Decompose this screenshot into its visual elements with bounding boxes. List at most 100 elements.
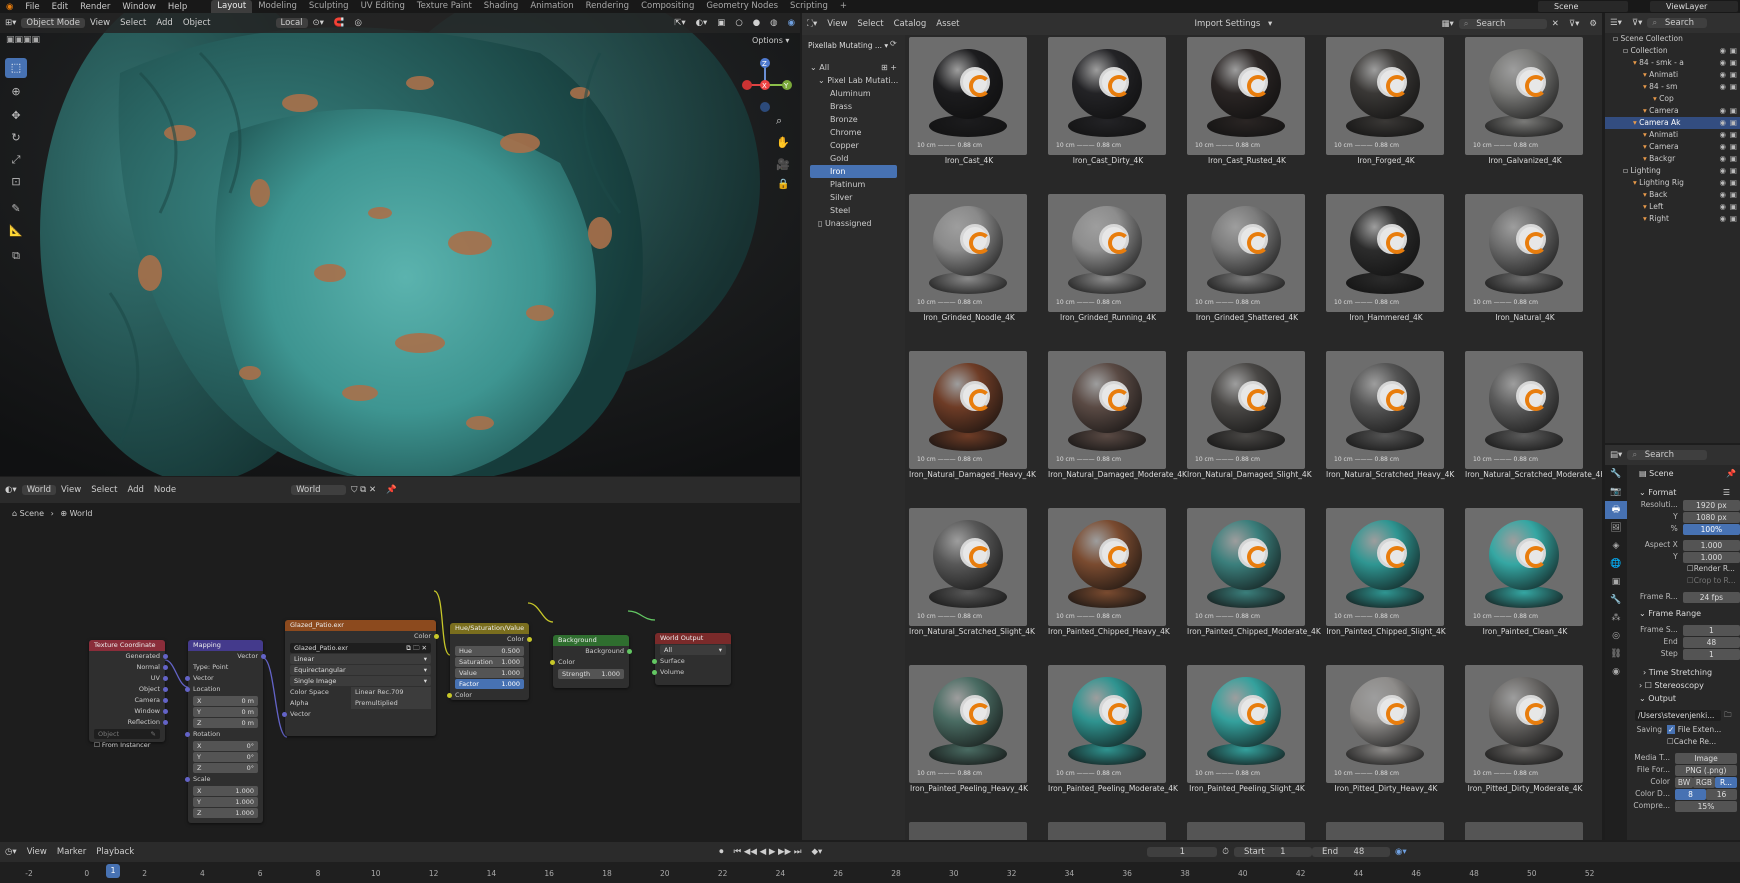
hsv-saturation-field[interactable]: Saturation 1.000	[455, 657, 524, 667]
overlay-toggle-icon[interactable]: ◐▾	[691, 18, 713, 28]
aspect-y-field[interactable]: 1.000	[1682, 551, 1740, 563]
asset-tile[interactable]: 10 cm ——— 0.88 cm Iron_Grinded_Shattered_…	[1187, 194, 1307, 324]
asset-search-clear-icon[interactable]: ✕	[1547, 19, 1564, 29]
outliner-item[interactable]: ▾ Camera ◉ ▣	[1605, 105, 1740, 117]
output-panel-header[interactable]: ⌄ Output	[1627, 692, 1740, 705]
editor-type-icon[interactable]: ⊞▾	[0, 18, 21, 28]
catalog-all[interactable]: ⌄ All ⊞ +	[802, 61, 905, 74]
workspace-tab-rendering[interactable]: Rendering	[580, 0, 635, 13]
viewport-menu-select[interactable]: Select	[115, 18, 151, 28]
hsv-factor-field[interactable]: Factor 1.000	[455, 679, 524, 689]
workspace-tab-modeling[interactable]: Modeling	[252, 0, 303, 13]
interpolation-dropdown[interactable]: Linear ▾	[290, 654, 431, 664]
asset-menu-asset[interactable]: Asset	[931, 19, 964, 29]
outliner-item[interactable]: ▾ Left ◉ ▣	[1605, 201, 1740, 213]
viewport-menu-view[interactable]: View	[85, 18, 115, 28]
annotate-tool-icon[interactable]: ✎	[5, 199, 27, 219]
asset-tile[interactable]: 10 cm ——— 0.88 cm Iron_Grinded_Running_4K	[1048, 194, 1168, 324]
visibility-eye-icon[interactable]: ◉	[1719, 177, 1726, 189]
visibility-eye-icon[interactable]: ◉	[1719, 57, 1726, 69]
asset-settings-gear-icon[interactable]: ⚙	[1584, 19, 1602, 29]
catalog-item-iron[interactable]: Iron	[810, 165, 897, 178]
catalog-item-bronze[interactable]: Bronze	[802, 113, 905, 126]
visibility-eye-icon[interactable]: ◉	[1719, 69, 1726, 81]
add-workspace-icon[interactable]: +	[834, 0, 853, 13]
viewport-menu-object[interactable]: Object	[178, 18, 216, 28]
image-file-field[interactable]: Glazed_Patio.exr ⧉ 🗀 ✕	[290, 643, 431, 653]
asset-tile[interactable]: 10 cm ——— 0.88 cm Iron_Cast_4K	[909, 37, 1029, 167]
outliner-item[interactable]: ▫ Scene Collection	[1605, 33, 1740, 45]
workspace-tab-compositing[interactable]: Compositing	[635, 0, 700, 13]
catalog-item-gold[interactable]: Gold	[802, 152, 905, 165]
keyframe-nav-icon[interactable]: ◆▾	[806, 847, 827, 857]
asset-tile[interactable]: 10 cm ——— 0.88 cm Iron_Cast_Rusted_4K	[1187, 37, 1307, 167]
filter-icon[interactable]: ⊽▾	[1564, 19, 1585, 29]
lock-icon[interactable]: 🔒	[777, 179, 789, 190]
outliner-item[interactable]: ▾ Lighting Rig ◉ ▣	[1605, 177, 1740, 189]
shading-wire-icon[interactable]: ○	[730, 18, 747, 28]
timeline-type-icon[interactable]: ◷▾	[0, 847, 22, 857]
menu-window[interactable]: Window	[116, 2, 162, 12]
render-camera-icon[interactable]: ▣	[1730, 57, 1737, 69]
color-depth-16[interactable]: 16	[1706, 788, 1737, 800]
resolution-percent-field[interactable]: 100%	[1682, 523, 1740, 535]
options-button[interactable]: Options ▾	[752, 36, 789, 45]
workspace-tab-scripting[interactable]: Scripting	[784, 0, 834, 13]
select-box-tool-icon[interactable]: ⬚	[5, 58, 27, 78]
display-mode-icon[interactable]: ▦▾	[1436, 19, 1458, 29]
add-cube-tool-icon[interactable]: ⧉	[5, 246, 27, 266]
navigation-gizmo[interactable]: Z X Y	[735, 55, 795, 115]
shading-rendered-icon[interactable]: ◉	[783, 18, 800, 28]
catalog-item-chrome[interactable]: Chrome	[802, 126, 905, 139]
outliner-item[interactable]: ▾ Right ◉ ▣	[1605, 213, 1740, 225]
timeline-menu-view[interactable]: View	[22, 847, 52, 857]
render-region-checkbox[interactable]: ☐ Render R...	[1627, 563, 1740, 575]
mapping-rot-x[interactable]: X 0°	[193, 741, 258, 751]
world-output-target-dropdown[interactable]: All ▾	[660, 645, 726, 655]
asset-tile-partial[interactable]	[909, 822, 1027, 840]
mapping-loc-z[interactable]: Z 0 m	[193, 718, 258, 728]
visibility-eye-icon[interactable]: ◉	[1719, 105, 1726, 117]
hsv-color-output[interactable]: Color	[450, 634, 532, 645]
workspace-tab-shading[interactable]: Shading	[478, 0, 525, 13]
asset-tile[interactable]: 10 cm ——— 0.88 cm Iron_Painted_Peeling_He…	[909, 665, 1029, 795]
asset-tile[interactable]: 10 cm ——— 0.88 cm Iron_Natural_Damaged_Mo…	[1048, 351, 1187, 481]
blender-logo-icon[interactable]: ◉	[0, 2, 19, 12]
asset-tile[interactable]: 10 cm ——— 0.88 cm Iron_Natural_4K	[1465, 194, 1585, 324]
frame-end-field[interactable]: 48	[1682, 636, 1740, 648]
visibility-eye-icon[interactable]: ◉	[1719, 45, 1726, 57]
mapping-rot-z[interactable]: Z 0°	[193, 763, 258, 773]
viewport-3d[interactable]: ⊞▾ Object Mode View Select Add Object Lo…	[0, 13, 800, 476]
workspace-tab-animation[interactable]: Animation	[524, 0, 579, 13]
frame-step-field[interactable]: 1	[1682, 648, 1740, 660]
world-output-volume-input[interactable]: Volume	[652, 667, 731, 678]
outliner-item[interactable]: ▾ 84 - sm ◉ ▣	[1605, 81, 1740, 93]
asset-tile[interactable]: 10 cm ——— 0.88 cm Iron_Painted_Peeling_Sl…	[1187, 665, 1307, 795]
visibility-eye-icon[interactable]: ◉	[1719, 201, 1726, 213]
color-mode-rgb[interactable]: RGB	[1693, 776, 1715, 788]
output-path-field[interactable]: /Users\stevenjenki...	[1635, 709, 1721, 721]
render-camera-icon[interactable]: ▣	[1730, 141, 1737, 153]
texcoord-camera-output[interactable]: Camera	[89, 695, 168, 706]
asset-tile[interactable]: 10 cm ——— 0.88 cm Iron_Painted_Peeling_Mo…	[1048, 665, 1178, 795]
color-mode-rgba[interactable]: R...	[1715, 776, 1737, 788]
data-tab-icon[interactable]: ◉	[1605, 663, 1627, 681]
mapping-location-input[interactable]: Location	[185, 684, 263, 695]
world-output-surface-input[interactable]: Surface	[652, 656, 731, 667]
color-mode-bw[interactable]: BW	[1675, 776, 1693, 788]
node-editor[interactable]: ◐▾ World View Select Add Node World ⛉ ⧉ …	[0, 477, 800, 840]
render-camera-icon[interactable]: ▣	[1730, 213, 1737, 225]
shading-solid-icon[interactable]: ●	[748, 18, 765, 28]
outliner-item[interactable]: ▫ Collection ◉ ▣	[1605, 45, 1740, 57]
node-hue-saturation-value[interactable]: Hue/Saturation/Value Color Hue 0.500 Satu…	[447, 623, 532, 700]
hsv-hue-field[interactable]: Hue 0.500	[455, 646, 524, 656]
visibility-eye-icon[interactable]: ◉	[1719, 213, 1726, 225]
crop-checkbox[interactable]: ☐ Crop to R...	[1627, 575, 1740, 587]
library-dropdown[interactable]: Pixellab Mutating ... ▾	[808, 39, 888, 52]
asset-menu-catalog[interactable]: Catalog	[889, 19, 932, 29]
texcoord-reflection-output[interactable]: Reflection	[89, 717, 168, 728]
properties-pin-icon[interactable]: 📌	[1726, 467, 1740, 480]
timeline-settings-icon[interactable]: ◉▾	[1390, 847, 1412, 857]
mapping-loc-y[interactable]: Y 0 m	[193, 707, 258, 717]
outliner-item[interactable]: ▾ Camera Ak ◉ ▣	[1605, 117, 1740, 129]
